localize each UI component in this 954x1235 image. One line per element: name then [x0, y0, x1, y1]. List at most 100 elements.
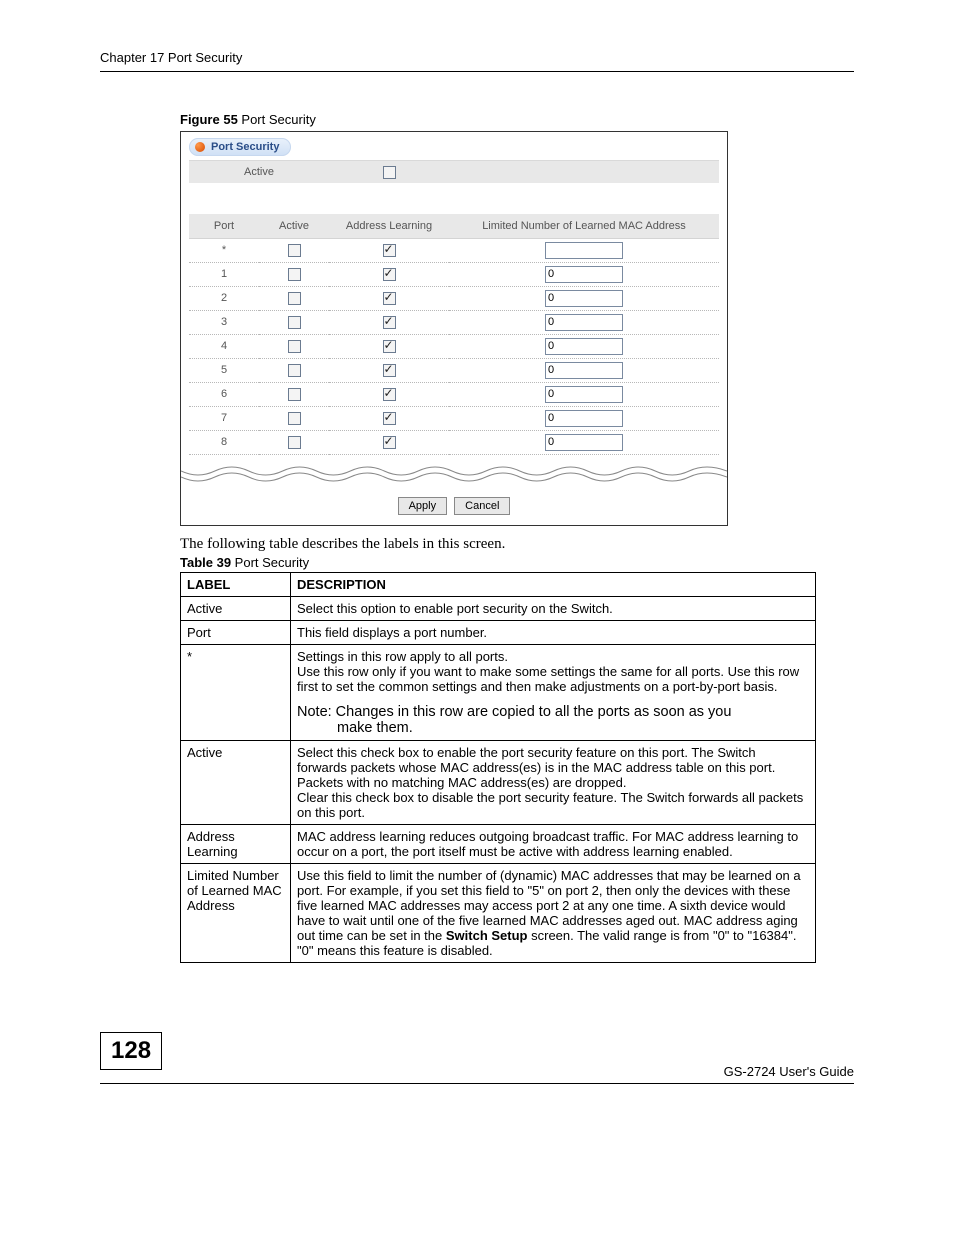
cell-desc: Settings in this row apply to all ports.… — [291, 644, 816, 740]
port-security-table: Port Active Address Learning Limited Num… — [189, 214, 719, 455]
panel-title-dot-icon — [195, 142, 205, 152]
learning-cell — [329, 382, 449, 406]
row-active-checkbox[interactable] — [288, 292, 301, 305]
cell-desc: Use this field to limit the number of (d… — [291, 863, 816, 962]
row-active-checkbox[interactable] — [288, 340, 301, 353]
port-cell: 4 — [189, 334, 259, 358]
port-cell: 3 — [189, 310, 259, 334]
global-active-label: Active — [189, 166, 329, 178]
row-limit-input[interactable] — [545, 314, 623, 331]
limit-cell — [449, 358, 719, 382]
table-row: * — [189, 238, 719, 262]
col-active: Active — [259, 214, 329, 238]
row-active-checkbox[interactable] — [288, 364, 301, 377]
active-cell — [259, 310, 329, 334]
row-active-checkbox[interactable] — [288, 268, 301, 281]
intro-line: The following table describes the labels… — [180, 536, 854, 553]
figure-caption: Figure 55 Port Security — [180, 112, 854, 127]
para: Use this row only if you want to make so… — [297, 664, 799, 694]
table-row: 5 — [189, 358, 719, 382]
table-row: Active Select this option to enable port… — [181, 596, 816, 620]
limit-cell — [449, 430, 719, 454]
row-learning-checkbox[interactable] — [383, 364, 396, 377]
col-port: Port — [189, 214, 259, 238]
limit-cell — [449, 334, 719, 358]
col-limited: Limited Number of Learned MAC Address — [449, 214, 719, 238]
table-caption: Table 39 Port Security — [180, 555, 854, 570]
row-active-checkbox[interactable] — [288, 316, 301, 329]
para: Settings in this row apply to all ports. — [297, 649, 508, 664]
cancel-button[interactable]: Cancel — [454, 497, 510, 515]
table-row: Port This field displays a port number. — [181, 620, 816, 644]
cell-label: Active — [181, 596, 291, 620]
note-line: Note: Changes in this row are copied to … — [297, 704, 731, 720]
row-active-checkbox[interactable] — [288, 244, 301, 257]
cell-label: Active — [181, 740, 291, 824]
cell-label: Port — [181, 620, 291, 644]
row-learning-checkbox[interactable] — [383, 340, 396, 353]
cell-label: * — [181, 644, 291, 740]
figure-number: Figure 55 — [180, 112, 238, 127]
apply-button[interactable]: Apply — [398, 497, 448, 515]
table-row: 6 — [189, 382, 719, 406]
cell-desc: This field displays a port number. — [291, 620, 816, 644]
learning-cell — [329, 334, 449, 358]
row-limit-input[interactable] — [545, 242, 623, 259]
row-active-checkbox[interactable] — [288, 412, 301, 425]
port-security-screenshot: Port Security Active Port Active Address… — [180, 131, 728, 526]
desc-header-description: DESCRIPTION — [291, 572, 816, 596]
table-row: 7 — [189, 406, 719, 430]
table-row: * Settings in this row apply to all port… — [181, 644, 816, 740]
row-learning-checkbox[interactable] — [383, 388, 396, 401]
cell-desc: Select this option to enable port securi… — [291, 596, 816, 620]
cell-desc: MAC address learning reduces outgoing br… — [291, 824, 816, 863]
active-cell — [259, 238, 329, 262]
limit-cell — [449, 286, 719, 310]
para: Select this check box to enable the port… — [297, 745, 775, 790]
row-learning-checkbox[interactable] — [383, 412, 396, 425]
cell-desc: Select this check box to enable the port… — [291, 740, 816, 824]
row-active-checkbox[interactable] — [288, 436, 301, 449]
row-limit-input[interactable] — [545, 434, 623, 451]
table-row: Address Learning MAC address learning re… — [181, 824, 816, 863]
row-limit-input[interactable] — [545, 266, 623, 283]
learning-cell — [329, 430, 449, 454]
cell-label: Address Learning — [181, 824, 291, 863]
learning-cell — [329, 406, 449, 430]
row-limit-input[interactable] — [545, 338, 623, 355]
row-learning-checkbox[interactable] — [383, 244, 396, 257]
row-active-checkbox[interactable] — [288, 388, 301, 401]
table-row: 4 — [189, 334, 719, 358]
learning-cell — [329, 262, 449, 286]
para: Clear this check box to disable the port… — [297, 790, 803, 820]
row-limit-input[interactable] — [545, 290, 623, 307]
table-row: 8 — [189, 430, 719, 454]
row-learning-checkbox[interactable] — [383, 292, 396, 305]
desc-header-label: LABEL — [181, 572, 291, 596]
port-cell: * — [189, 238, 259, 262]
limit-cell — [449, 262, 719, 286]
table-row: 1 — [189, 262, 719, 286]
row-limit-input[interactable] — [545, 410, 623, 427]
row-limit-input[interactable] — [545, 362, 623, 379]
table-row: Active Select this check box to enable t… — [181, 740, 816, 824]
row-learning-checkbox[interactable] — [383, 436, 396, 449]
table-title: Port Security — [231, 555, 309, 570]
figure-title: Port Security — [238, 112, 316, 127]
row-learning-checkbox[interactable] — [383, 316, 396, 329]
active-cell — [259, 406, 329, 430]
port-cell: 8 — [189, 430, 259, 454]
row-learning-checkbox[interactable] — [383, 268, 396, 281]
chapter-header: Chapter 17 Port Security — [100, 50, 854, 72]
table-row: Limited Number of Learned MAC Address Us… — [181, 863, 816, 962]
active-cell — [259, 382, 329, 406]
port-cell: 5 — [189, 358, 259, 382]
active-cell — [259, 262, 329, 286]
row-limit-input[interactable] — [545, 386, 623, 403]
port-cell: 6 — [189, 382, 259, 406]
port-cell: 1 — [189, 262, 259, 286]
limit-cell — [449, 382, 719, 406]
learning-cell — [329, 286, 449, 310]
note-line: make them. — [297, 720, 809, 736]
global-active-checkbox[interactable] — [383, 166, 396, 179]
